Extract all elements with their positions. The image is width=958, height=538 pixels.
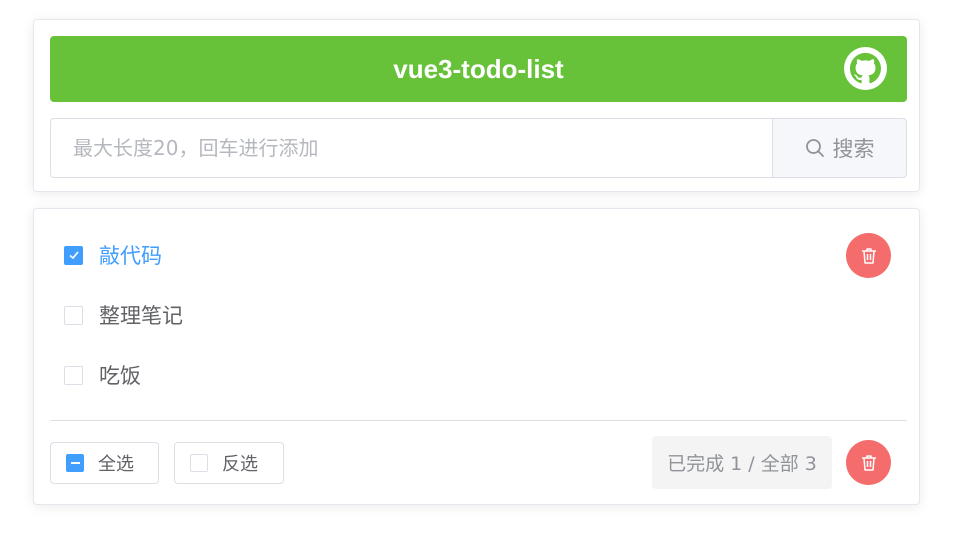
header-card: vue3-todo-list 搜索 xyxy=(33,19,920,192)
todo-list-card: 敲代码 整理笔记 吃饭 全选 反选 已完成 1 / 全部 3 xyxy=(33,208,920,505)
todo-checkbox[interactable] xyxy=(64,245,83,265)
todo-label[interactable]: 吃饭 xyxy=(99,360,141,390)
trash-icon xyxy=(861,454,876,471)
checkmark-icon xyxy=(68,251,79,260)
invert-selection-button[interactable]: 反选 xyxy=(174,442,284,484)
app-title: vue3-todo-list xyxy=(393,53,564,84)
list-item: 敲代码 xyxy=(64,235,894,275)
todo-label[interactable]: 整理笔记 xyxy=(99,300,183,330)
list-item: 整理笔记 xyxy=(64,295,894,335)
select-all-button[interactable]: 全选 xyxy=(50,442,159,484)
indeterminate-checkbox-icon xyxy=(66,454,84,472)
empty-checkbox-icon xyxy=(190,454,208,472)
github-icon[interactable] xyxy=(844,47,887,90)
search-button[interactable]: 搜索 xyxy=(772,118,907,178)
invert-label: 反选 xyxy=(222,454,258,475)
trash-icon xyxy=(861,247,876,264)
todo-label[interactable]: 敲代码 xyxy=(99,240,162,270)
list-item: 吃饭 xyxy=(64,355,894,395)
search-icon xyxy=(805,139,824,157)
header-bar: vue3-todo-list xyxy=(50,36,907,102)
delete-completed-button[interactable] xyxy=(846,440,891,485)
search-input[interactable] xyxy=(50,118,772,178)
delete-item-button[interactable] xyxy=(846,233,891,278)
search-row: 搜索 xyxy=(50,118,907,178)
search-button-label: 搜索 xyxy=(832,137,875,161)
select-all-label: 全选 xyxy=(98,454,134,475)
divider xyxy=(50,420,907,421)
status-badge: 已完成 1 / 全部 3 xyxy=(652,436,832,489)
todo-checkbox[interactable] xyxy=(64,305,83,325)
todo-checkbox[interactable] xyxy=(64,365,83,385)
